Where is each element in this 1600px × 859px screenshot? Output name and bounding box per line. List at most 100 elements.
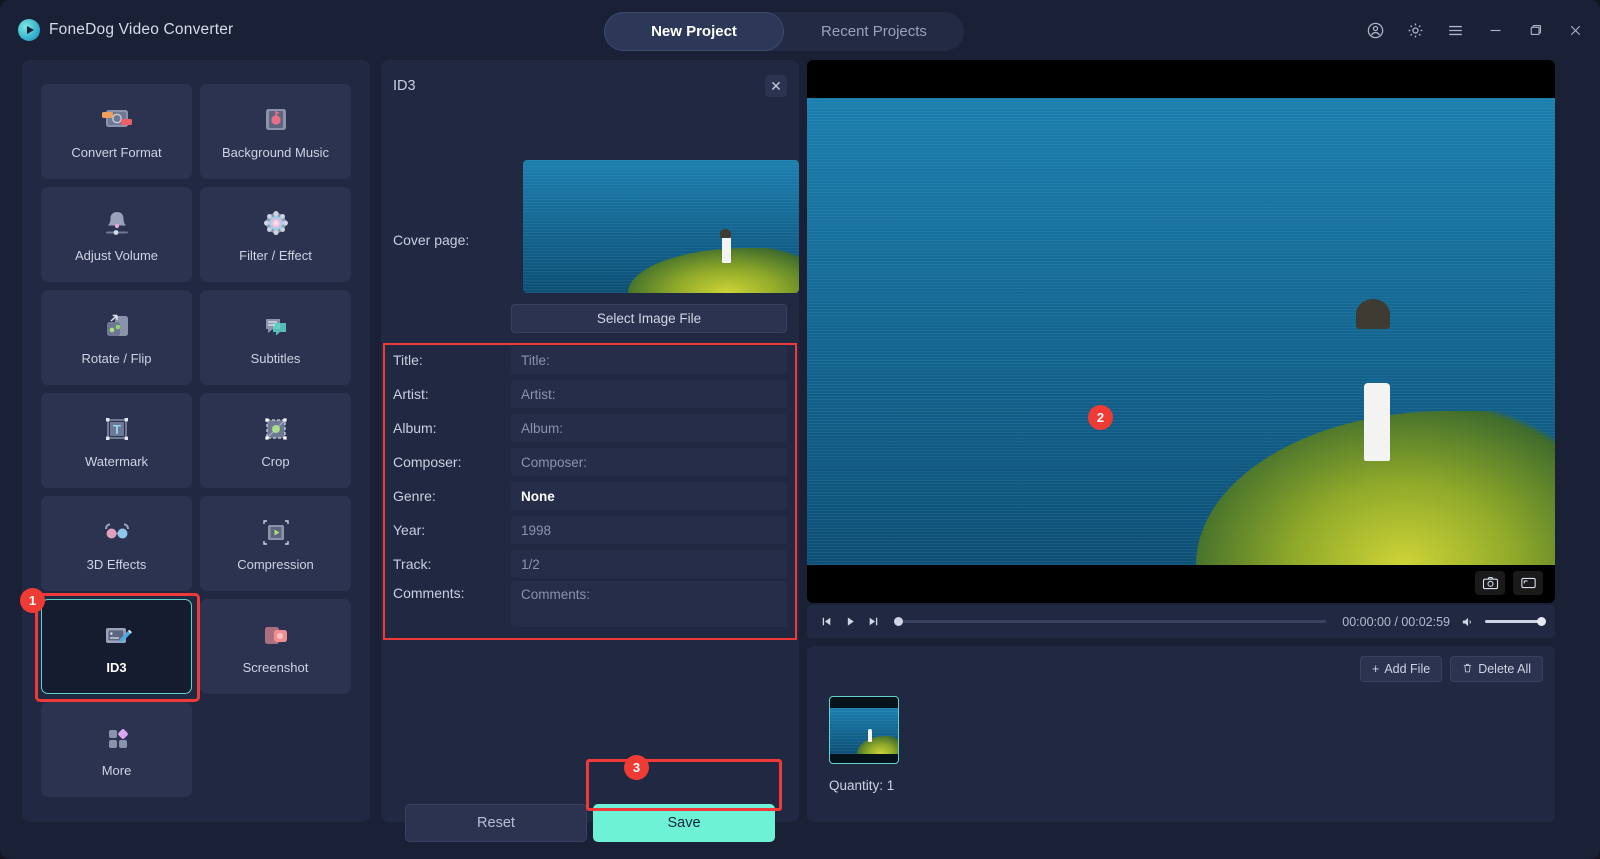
app-title: FoneDog Video Converter <box>49 21 234 38</box>
maximize-icon[interactable] <box>1524 19 1546 41</box>
field-label: Album: <box>393 420 437 436</box>
select-image-file-button[interactable]: Select Image File <box>511 304 787 333</box>
brand: FoneDog Video Converter <box>18 19 233 41</box>
tools-sidebar: Convert Format Background Music Adjust V… <box>20 60 370 822</box>
volume-slider[interactable] <box>1485 617 1546 626</box>
close-icon[interactable] <box>1564 19 1586 41</box>
sidebar-item-filter-effect[interactable]: Filter / Effect <box>200 187 351 282</box>
seek-bar[interactable] <box>894 617 1327 626</box>
reset-button[interactable]: Reset <box>405 804 587 842</box>
account-icon[interactable] <box>1364 19 1386 41</box>
composer-input[interactable]: Composer: <box>511 448 787 476</box>
close-icon[interactable]: ✕ <box>765 75 787 97</box>
field-row-title: Title: Title: <box>381 343 799 377</box>
tool-label: Subtitles <box>250 350 301 366</box>
sidebar-item-adjust-volume[interactable]: Adjust Volume <box>41 187 192 282</box>
quantity-label: Quantity: 1 <box>829 778 895 793</box>
delete-all-button[interactable]: Delete All <box>1450 656 1543 682</box>
camera-icon[interactable] <box>1475 571 1505 595</box>
sidebar-item-watermark[interactable]: T Watermark <box>41 393 192 488</box>
tool-label: More <box>101 762 132 778</box>
title-input[interactable]: Title: <box>511 346 787 374</box>
title-bar: FoneDog Video Converter New Project Rece… <box>0 0 1600 62</box>
convert-format-icon <box>97 104 137 138</box>
tab-new-project[interactable]: New Project <box>604 12 784 51</box>
compression-icon <box>256 516 296 550</box>
cover-lighthouse-top <box>720 229 732 239</box>
sidebar-item-compression[interactable]: Compression <box>200 496 351 591</box>
delete-all-label: Delete All <box>1478 662 1531 676</box>
play-circle-icon <box>18 19 40 41</box>
field-row-year: Year: 1998 <box>381 513 799 547</box>
field-row-artist: Artist: Artist: <box>381 377 799 411</box>
step-badge-2: 2 <box>1088 405 1113 430</box>
adjust-volume-icon <box>97 207 137 241</box>
tool-label: Adjust Volume <box>74 247 159 263</box>
panel-title: ID3 <box>393 78 416 94</box>
tab-recent-projects[interactable]: Recent Projects <box>784 12 964 51</box>
background-music-icon <box>256 104 296 138</box>
track-input[interactable]: 1/2 <box>511 550 787 578</box>
project-tabs: New Project Recent Projects <box>604 12 964 51</box>
minimize-icon[interactable] <box>1484 19 1506 41</box>
preview-frame <box>807 98 1555 565</box>
gear-icon[interactable] <box>1404 19 1426 41</box>
filter-effect-icon <box>256 207 296 241</box>
screenshot-icon <box>256 619 296 653</box>
file-thumbnail[interactable] <box>829 696 899 764</box>
artist-input[interactable]: Artist: <box>511 380 787 408</box>
cover-thumbnail[interactable] <box>523 160 799 293</box>
preview-overlay-buttons <box>1475 571 1543 595</box>
sidebar-item-subtitles[interactable]: Subtitles <box>200 290 351 385</box>
add-file-button[interactable]: + Add File <box>1360 656 1443 682</box>
tool-label: ID3 <box>106 659 127 675</box>
tool-label: 3D Effects <box>86 556 147 572</box>
id3-panel: ID3 ✕ Cover page: Select Image File 2 Ti… <box>381 60 1113 842</box>
play-icon[interactable] <box>843 615 857 628</box>
sidebar-item-crop[interactable]: Crop <box>200 393 351 488</box>
tool-label: Rotate / Flip <box>81 350 152 366</box>
volume-icon[interactable] <box>1460 615 1475 629</box>
sidebar-item-more[interactable]: More <box>41 702 192 797</box>
skip-previous-icon[interactable] <box>819 615 833 628</box>
sidebar-item-rotate-flip[interactable]: Rotate / Flip <box>41 290 192 385</box>
field-row-genre: Genre: None <box>381 479 799 513</box>
comments-input[interactable]: Comments: <box>511 581 787 627</box>
menu-icon[interactable] <box>1444 19 1466 41</box>
cover-page-label: Cover page: <box>393 232 470 248</box>
file-list: + Add File Delete All Quantity: 1 <box>807 646 1555 822</box>
expand-icon[interactable] <box>1513 571 1543 595</box>
sidebar-item-3d-effects[interactable]: 3D Effects <box>41 496 192 591</box>
seek-handle[interactable] <box>894 617 903 626</box>
file-list-actions: + Add File Delete All <box>1360 656 1543 682</box>
sidebar-item-id3[interactable]: 1 ID3 <box>20 588 200 702</box>
save-button[interactable]: Save <box>593 804 775 842</box>
video-preview[interactable] <box>807 60 1555 603</box>
tool-label: Screenshot <box>242 659 309 675</box>
year-input[interactable]: 1998 <box>511 516 787 544</box>
sidebar-item-background-music[interactable]: Background Music <box>200 84 351 179</box>
window-controls <box>1364 19 1586 41</box>
plus-icon: + <box>1372 662 1380 676</box>
application-window: FoneDog Video Converter New Project Rece… <box>0 0 1600 859</box>
field-label: Artist: <box>393 386 429 402</box>
step-badge-3: 3 <box>624 755 649 780</box>
genre-select[interactable]: None <box>511 482 787 510</box>
field-row-comments: Comments: Comments: <box>381 581 799 633</box>
trash-icon <box>1462 662 1473 677</box>
volume-handle[interactable] <box>1537 617 1546 626</box>
watermark-icon: T <box>97 413 137 447</box>
skip-next-icon[interactable] <box>867 615 881 628</box>
save-label: Save <box>667 815 701 831</box>
crop-icon <box>256 413 296 447</box>
cover-lighthouse <box>721 237 731 264</box>
more-icon <box>97 722 137 756</box>
field-label: Title: <box>393 352 423 368</box>
add-file-label: Add File <box>1384 662 1431 676</box>
tool-label: Convert Format <box>71 144 162 160</box>
tool-label: Background Music <box>222 144 329 160</box>
sidebar-item-convert-format[interactable]: Convert Format <box>41 84 192 179</box>
album-input[interactable]: Album: <box>511 414 787 442</box>
sidebar-item-screenshot[interactable]: Screenshot <box>200 599 351 694</box>
field-label: Year: <box>393 522 426 538</box>
